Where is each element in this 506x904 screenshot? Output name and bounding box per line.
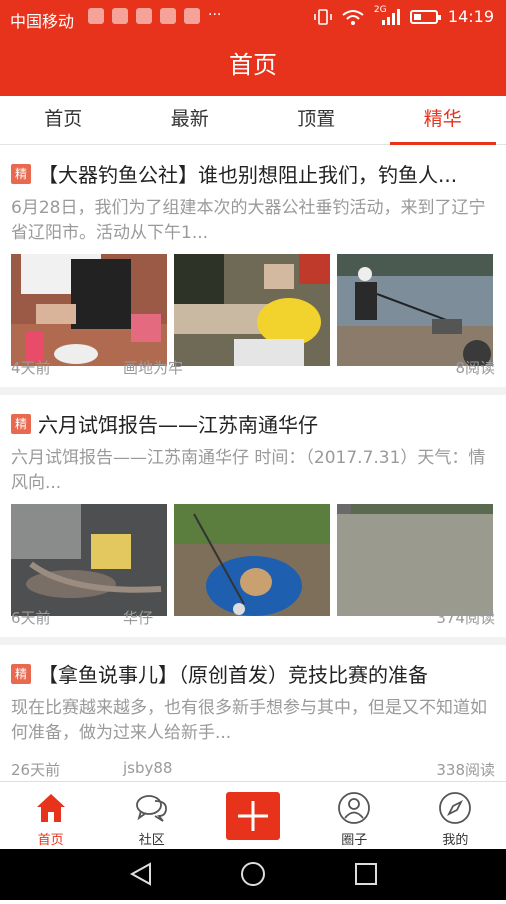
profile-circle-icon (337, 791, 371, 825)
post-meta: 4天前 画地为牢 8阅读 (11, 357, 495, 377)
post-author[interactable]: jsby88 (123, 759, 172, 777)
nav-community-label: 社区 (101, 829, 202, 848)
post-title: 【大器钓鱼公社】谁也别想阻止我们，钓鱼人... (38, 159, 457, 188)
nav-mine[interactable]: 我的 (405, 782, 506, 850)
post-summary: 6月28日，我们为了组建本次的大器公社垂钓活动，来到了辽宁省辽阳市。活动从下午1… (11, 196, 495, 246)
post-read-count: 338阅读 (436, 759, 495, 780)
post-time: 6天前 (11, 607, 51, 628)
signal-icon: 2G (374, 9, 400, 25)
tab-featured[interactable]: 精华 (380, 96, 506, 144)
compass-icon (438, 791, 472, 825)
post-images (11, 504, 495, 616)
post-summary: 六月试饵报告——江苏南通华仔 时间：（2017.7.31）天气：情 风向... (11, 446, 495, 496)
post-title: 六月试饵报告——江苏南通华仔 (38, 409, 318, 438)
more-notifications-icon: ··· (208, 8, 221, 24)
tab-bar: 首页 最新 顶置 精华 (0, 96, 506, 145)
nav-circle[interactable]: 圈子 (304, 782, 405, 850)
post-images (11, 254, 495, 366)
post-meta: 26天前 jsby88 338阅读 (11, 759, 495, 779)
featured-badge: 精 (11, 664, 31, 684)
status-bar: 中国移动 ··· 2G 14:19 (0, 0, 506, 34)
page-title: 首页 (0, 34, 506, 96)
post-time: 4天前 (11, 357, 51, 378)
notification-app-icon (160, 8, 176, 24)
post-title-row: 精 【大器钓鱼公社】谁也别想阻止我们，钓鱼人... (11, 159, 495, 188)
nav-home-label: 首页 (0, 829, 101, 848)
tab-pinned[interactable]: 顶置 (253, 96, 380, 144)
carrier-name: 中国移动 (10, 8, 74, 32)
nav-mine-label: 我的 (405, 829, 506, 848)
notification-app-icon (112, 8, 128, 24)
notification-app-icon (184, 8, 200, 24)
post-image[interactable] (337, 504, 493, 616)
battery-icon (410, 10, 438, 24)
post-image[interactable] (174, 254, 330, 366)
post-meta: 6天前 华仔 374阅读 (11, 607, 495, 627)
recent-apps-icon[interactable] (356, 864, 376, 884)
home-circle-icon[interactable] (242, 863, 264, 885)
post-author[interactable]: 华仔 (123, 607, 153, 628)
post-author[interactable]: 画地为牢 (123, 357, 183, 378)
tab-home[interactable]: 首页 (0, 96, 127, 144)
plus-icon (226, 792, 280, 840)
chat-bubbles-icon (135, 791, 169, 825)
nav-community[interactable]: 社区 (101, 782, 202, 850)
home-icon (34, 791, 68, 825)
bottom-nav: 首页 社区 圈子 我的 (0, 781, 506, 850)
post-title-row: 精 六月试饵报告——江苏南通华仔 (11, 409, 495, 438)
notification-app-icon (88, 8, 104, 24)
post-image[interactable] (11, 504, 167, 616)
notification-icons: ··· (88, 8, 221, 24)
wifi-icon (342, 9, 364, 25)
featured-badge: 精 (11, 164, 31, 184)
post-read-count: 374阅读 (436, 607, 495, 628)
vibrate-icon (314, 9, 332, 25)
nav-post-button[interactable] (202, 782, 303, 850)
notification-app-icon (136, 8, 152, 24)
post-read-count: 8阅读 (455, 357, 495, 378)
nav-home[interactable]: 首页 (0, 782, 101, 850)
post-title: 【拿鱼说事儿】（原创首发）竞技比赛的准备 (38, 659, 428, 688)
post-card[interactable]: 精 六月试饵报告——江苏南通华仔 六月试饵报告——江苏南通华仔 时间：（2017… (0, 395, 506, 645)
featured-badge: 精 (11, 414, 31, 434)
post-image[interactable] (11, 254, 167, 366)
nav-circle-label: 圈子 (304, 829, 405, 848)
clock: 14:19 (448, 7, 494, 26)
post-summary: 现在比赛越来越多，也有很多新手想参与其中，但是又不知道如何准备，做为过来人给新手… (11, 696, 495, 746)
system-nav-bar (0, 849, 506, 900)
post-card[interactable]: 精 【大器钓鱼公社】谁也别想阻止我们，钓鱼人... 6月28日，我们为了组建本次… (0, 145, 506, 395)
post-image[interactable] (174, 504, 330, 616)
post-feed[interactable]: 精 【大器钓鱼公社】谁也别想阻止我们，钓鱼人... 6月28日，我们为了组建本次… (0, 145, 506, 781)
post-time: 26天前 (11, 759, 60, 780)
tab-latest[interactable]: 最新 (127, 96, 254, 144)
back-icon[interactable] (132, 864, 150, 884)
post-image[interactable] (337, 254, 493, 366)
post-card[interactable]: 精 【拿鱼说事儿】（原创首发）竞技比赛的准备 现在比赛越来越多，也有很多新手想参… (0, 645, 506, 781)
post-title-row: 精 【拿鱼说事儿】（原创首发）竞技比赛的准备 (11, 659, 495, 688)
